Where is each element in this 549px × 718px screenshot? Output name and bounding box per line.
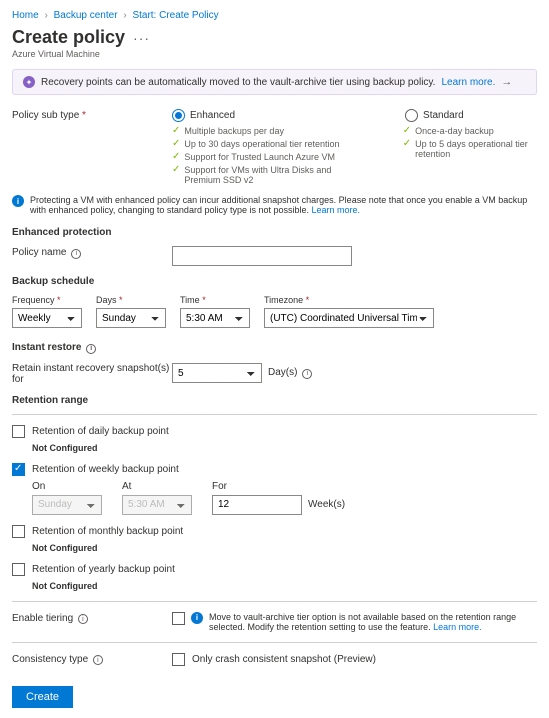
section-backup-schedule: Backup schedule (12, 276, 537, 287)
breadcrumb-backup-center[interactable]: Backup center (54, 10, 118, 21)
section-enhanced-protection: Enhanced protection (12, 227, 537, 238)
policy-name-label: Policy name i (12, 246, 172, 259)
monthly-retention-status: Not Configured (32, 543, 537, 553)
tiering-learn-more-link[interactable]: Learn more. (433, 622, 482, 632)
policy-name-input[interactable] (172, 246, 352, 266)
info-icon: ✦ (23, 76, 35, 88)
warning-learn-more-link[interactable]: Learn more. (312, 205, 361, 215)
weekly-retention-label: Retention of weekly backup point (32, 464, 179, 475)
yearly-retention-label: Retention of yearly backup point (32, 564, 175, 575)
standard-features: ✓Once-a-day backup ✓Up to 5 days operati… (403, 126, 537, 185)
breadcrumb-home[interactable]: Home (12, 10, 39, 21)
info-bar-learn-more-link[interactable]: Learn more. (441, 77, 495, 88)
create-button[interactable]: Create (12, 686, 73, 708)
weekly-on-label: On (32, 481, 102, 492)
weekly-for-unit: Week(s) (308, 499, 345, 510)
instant-restore-unit: Day(s) i (268, 367, 312, 379)
enable-tiering-label: Enable tiering i (12, 612, 172, 625)
time-select[interactable]: 5:30 AM (180, 308, 250, 328)
consistency-type-label: Consistency type i (12, 653, 172, 666)
weekly-at-select: 5:30 AM (122, 495, 192, 515)
check-icon: ✓ (403, 139, 411, 149)
arrow-right-icon: → (501, 76, 512, 88)
check-icon: ✓ (172, 139, 180, 149)
breadcrumb: Home › Backup center › Start: Create Pol… (12, 10, 537, 21)
divider (12, 601, 537, 602)
divider (12, 414, 537, 415)
breadcrumb-start-create-policy[interactable]: Start: Create Policy (132, 10, 218, 21)
info-icon[interactable]: i (93, 655, 103, 665)
daily-retention-status: Not Configured (32, 443, 537, 453)
consistency-option-label: Only crash consistent snapshot (Preview) (192, 654, 376, 665)
radio-standard[interactable]: Standard (405, 109, 464, 122)
enhanced-policy-warning: i Protecting a VM with enhanced policy c… (12, 195, 537, 215)
frequency-select[interactable]: Weekly (12, 308, 82, 328)
days-label: Days * (96, 295, 166, 305)
monthly-retention-checkbox[interactable] (12, 525, 25, 538)
info-icon: i (191, 612, 203, 624)
instant-restore-label: Retain instant recovery snapshot(s) for (12, 362, 172, 385)
radio-icon (172, 109, 185, 122)
weekly-for-label: For (212, 481, 345, 492)
yearly-retention-checkbox[interactable] (12, 563, 25, 576)
weekly-at-label: At (122, 481, 192, 492)
days-select[interactable]: Sunday (96, 308, 166, 328)
weekly-on-select: Sunday (32, 495, 102, 515)
weekly-retention-checkbox[interactable] (12, 463, 25, 476)
monthly-retention-label: Retention of monthly backup point (32, 526, 183, 537)
time-label: Time * (180, 295, 250, 305)
info-icon[interactable]: i (86, 344, 96, 354)
check-icon: ✓ (172, 152, 180, 162)
enhanced-features: ✓Multiple backups per day ✓Up to 30 days… (172, 126, 363, 185)
tiering-note-text: Move to vault-archive tier option is not… (209, 612, 537, 632)
section-instant-restore: Instant restore i (12, 342, 537, 354)
page-title: Create policy (12, 27, 125, 48)
info-icon: i (12, 195, 24, 207)
info-icon[interactable]: i (302, 369, 312, 379)
policy-sub-type-label: Policy sub type * (12, 109, 172, 121)
info-bar-text: Recovery points can be automatically mov… (41, 77, 435, 88)
radio-enhanced[interactable]: Enhanced (172, 109, 235, 122)
instant-restore-days-select[interactable]: 5 (172, 363, 262, 383)
section-retention-range: Retention range (12, 395, 537, 406)
check-icon: ✓ (172, 165, 180, 175)
weekly-for-input[interactable] (212, 495, 302, 515)
daily-retention-label: Retention of daily backup point (32, 426, 169, 437)
divider (12, 642, 537, 643)
chevron-right-icon: › (123, 10, 126, 21)
timezone-label: Timezone * (264, 295, 434, 305)
more-options-button[interactable]: ··· (133, 30, 150, 46)
check-icon: ✓ (403, 126, 411, 136)
consistency-checkbox[interactable] (172, 653, 185, 666)
yearly-retention-status: Not Configured (32, 581, 537, 591)
archive-tier-info-bar: ✦ Recovery points can be automatically m… (12, 69, 537, 95)
daily-retention-checkbox[interactable] (12, 425, 25, 438)
page-subtitle: Azure Virtual Machine (12, 49, 537, 59)
info-icon[interactable]: i (71, 249, 81, 259)
timezone-select[interactable]: (UTC) Coordinated Universal Time (264, 308, 434, 328)
check-icon: ✓ (172, 126, 180, 136)
chevron-right-icon: › (44, 10, 47, 21)
radio-icon (405, 109, 418, 122)
frequency-label: Frequency * (12, 295, 82, 305)
